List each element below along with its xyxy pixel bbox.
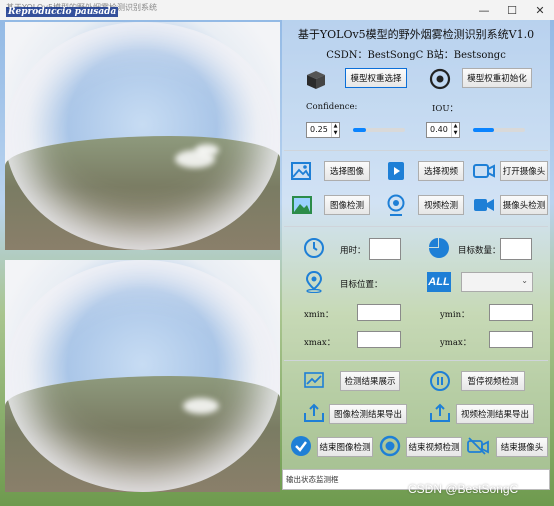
export-image-icon: [303, 402, 325, 424]
export-video-results-button[interactable]: 视频检测结果导出: [456, 404, 534, 424]
input-image-pane: [5, 22, 280, 250]
time-value-field: [369, 238, 401, 260]
target-position-label: 目标位置：: [340, 280, 383, 290]
ymax-field: [489, 331, 533, 348]
model-select-button[interactable]: 模型权重选择: [345, 68, 407, 88]
iou-slider[interactable]: [473, 128, 525, 132]
close-button[interactable]: ✕: [526, 0, 554, 20]
xmax-field: [357, 331, 401, 348]
separator: [284, 360, 548, 361]
video-detect-button[interactable]: 视频检测: [418, 195, 464, 215]
confidence-slider-fill: [353, 128, 366, 132]
system-title: 基于YOLOv5模型的野外烟雾检测识别系统V1.0: [297, 28, 535, 41]
separator: [284, 150, 548, 151]
confidence-label: Confidence:: [306, 102, 358, 112]
all-icon: ALL: [427, 272, 451, 292]
select-video-button[interactable]: 选择视频: [418, 161, 464, 181]
image-detect-button[interactable]: 图像检测: [324, 195, 370, 215]
cube-icon: [304, 68, 328, 92]
check-circle-icon: [289, 434, 313, 458]
confidence-slider[interactable]: [353, 128, 405, 132]
result-image-pane: [5, 260, 280, 492]
show-results-button[interactable]: 检测结果展示: [340, 371, 400, 391]
xmin-field: [357, 304, 401, 321]
paused-overlay: Reproduccio pausada: [6, 7, 119, 17]
video-camera-icon: [472, 196, 496, 214]
location-pin-icon: [302, 270, 326, 294]
ymin-label: ymin：: [440, 310, 470, 320]
export-video-icon: [429, 402, 451, 424]
stop-circle-icon: [378, 434, 402, 458]
pause-icon: [428, 369, 452, 393]
camera-icon: [472, 161, 496, 181]
target-select-combo[interactable]: ⌄: [461, 272, 533, 292]
pause-video-button[interactable]: 暂停视频检测: [461, 371, 525, 391]
select-image-button[interactable]: 选择图像: [324, 161, 370, 181]
export-image-results-button[interactable]: 图像检测结果导出: [329, 404, 407, 424]
pie-chart-icon: [427, 236, 451, 260]
ymin-field: [489, 304, 533, 321]
clock-icon: [302, 236, 326, 260]
settings-ring-icon: [428, 67, 452, 91]
time-label: 用时：: [340, 246, 366, 256]
target-count-label: 目标数量：: [458, 246, 501, 256]
system-subtitle: CSDN：BestSongC B站：Bestsongc: [326, 50, 506, 61]
xmin-label: xmin：: [304, 310, 334, 320]
window-controls: — ☐ ✕: [470, 0, 554, 20]
end-image-detect-button[interactable]: 结束图像检测: [317, 437, 373, 457]
model-init-button[interactable]: 模型权重初始化: [462, 68, 532, 88]
camera-detect-button[interactable]: 摄像头检测: [500, 195, 548, 215]
iou-slider-fill: [473, 128, 494, 132]
video-file-icon: [385, 160, 407, 182]
minimize-button[interactable]: —: [470, 0, 498, 20]
confidence-spinbox[interactable]: 0.25 ▲ ▼: [306, 122, 340, 138]
target-count-field: [500, 238, 532, 260]
title-bar: 基于YOLOv5模型的野外烟雾检测识别系统 Reproduccio pausad…: [0, 0, 554, 20]
xmax-label: xmax：: [304, 338, 336, 348]
iou-spinbox[interactable]: 0.40 ▲ ▼: [426, 122, 460, 138]
maximize-button[interactable]: ☐: [498, 0, 526, 20]
open-camera-button[interactable]: 打开摄像头: [500, 161, 548, 181]
image-detect-icon: [290, 194, 314, 216]
webcam-icon: [385, 193, 407, 217]
line-chart-icon: [303, 370, 325, 390]
camera-off-icon: [466, 436, 490, 456]
image-icon: [290, 160, 312, 182]
watermark: CSDN @BestSongC: [408, 482, 519, 496]
iou-label: IOU：: [432, 104, 458, 114]
separator: [284, 226, 548, 227]
end-video-detect-button[interactable]: 结束视频检测: [406, 437, 462, 457]
end-camera-button[interactable]: 结束摄像头: [496, 437, 548, 457]
ymax-label: ymax：: [440, 338, 472, 348]
